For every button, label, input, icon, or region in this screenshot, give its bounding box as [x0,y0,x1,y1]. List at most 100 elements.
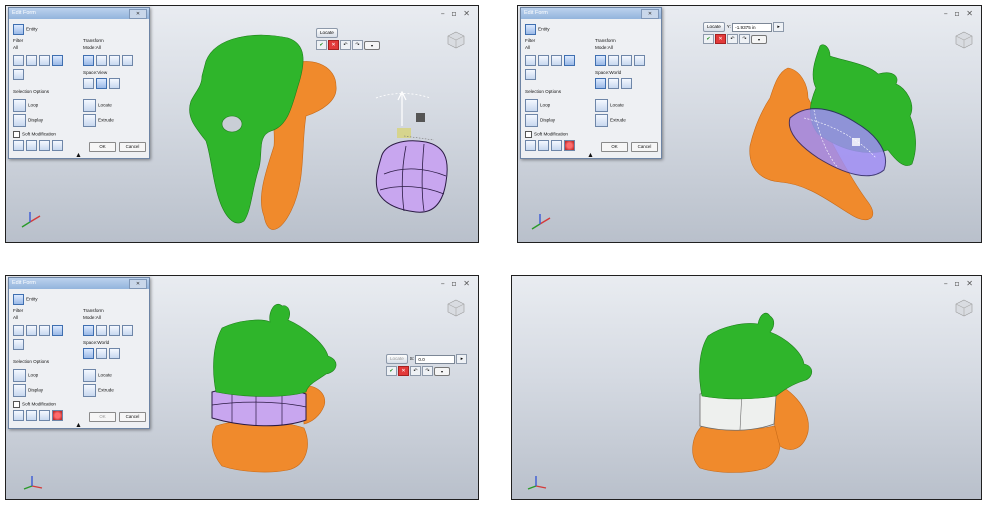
filter-all-icon[interactable] [52,55,63,66]
options-dropdown[interactable]: ▾ [364,40,380,50]
display-icon[interactable] [525,114,538,127]
reset-icon[interactable] [39,410,50,421]
distance-input[interactable]: -1.9375 in [732,22,773,32]
space-world-icon[interactable] [595,78,606,89]
redo-icon[interactable]: ↷ [422,366,433,376]
redo-icon[interactable] [26,410,37,421]
viewcube-icon[interactable] [446,30,466,50]
soft-modification-checkbox[interactable] [13,401,20,408]
extrude-icon[interactable] [83,384,96,397]
space-world-icon[interactable] [83,78,94,89]
undo-icon[interactable] [13,410,24,421]
mode-scale-icon[interactable] [122,325,133,336]
soft-modification-checkbox[interactable] [525,131,532,138]
soft-modification-checkbox[interactable] [13,131,20,138]
cancel-button[interactable]: Cancel [119,412,146,422]
locate-icon[interactable] [83,99,96,112]
space-local-icon[interactable] [621,78,632,89]
locate-button[interactable]: Locate [386,354,408,364]
ok-button[interactable]: OK [89,412,116,422]
filter-face-icon[interactable] [39,325,50,336]
redo-icon[interactable] [26,140,37,151]
locate-icon[interactable] [595,99,608,112]
cancel-icon[interactable]: ✕ [715,34,726,44]
redo-icon[interactable]: ↷ [739,34,750,44]
filter-body-icon[interactable] [13,69,24,80]
mode-scale-icon[interactable] [634,55,645,66]
stop-icon[interactable] [52,410,63,421]
viewcube-icon[interactable] [954,30,974,50]
undo-icon[interactable]: ↶ [410,366,421,376]
locate-button[interactable]: Locate [316,28,338,38]
undo-icon[interactable] [525,140,536,151]
stop-icon[interactable] [564,140,575,151]
filter-all-icon[interactable] [564,55,575,66]
cancel-icon[interactable]: ✕ [398,366,409,376]
space-local-icon[interactable] [109,78,120,89]
undo-icon[interactable]: ↶ [340,40,351,50]
window-controls[interactable]: – ▫ ✕ [944,279,975,288]
mode-scale-icon[interactable] [122,55,133,66]
display-icon[interactable] [13,114,26,127]
entity-icon[interactable] [525,24,536,35]
ok-button[interactable]: OK [89,142,116,152]
expand-arrow-icon[interactable]: ▸ [456,354,468,364]
window-controls[interactable]: – ▫ ✕ [441,279,472,288]
extrude-icon[interactable] [595,114,608,127]
filter-all-icon[interactable] [52,325,63,336]
help-icon[interactable] [52,140,63,151]
viewport-panel-2[interactable]: – ▫ ✕ Edit Form ✕ Entity Filter All Tran… [517,5,982,243]
mode-all-icon[interactable] [595,55,606,66]
close-button[interactable]: ✕ [129,279,147,289]
space-local-icon[interactable] [109,348,120,359]
redo-icon[interactable] [538,140,549,151]
redo-icon[interactable]: ↷ [352,40,363,50]
space-view-icon[interactable] [96,348,107,359]
collapse-arrow-icon[interactable]: ▲ [75,422,82,429]
cancel-button[interactable]: Cancel [119,142,146,152]
mode-all-icon[interactable] [83,55,94,66]
filter-vertex-icon[interactable] [13,325,24,336]
cancel-button[interactable]: Cancel [631,142,658,152]
close-button[interactable]: ✕ [129,9,147,19]
filter-edge-icon[interactable] [26,55,37,66]
space-view-icon[interactable] [96,78,107,89]
reset-icon[interactable] [551,140,562,151]
reset-icon[interactable] [39,140,50,151]
space-world-icon[interactable] [83,348,94,359]
entity-icon[interactable] [13,24,24,35]
space-view-icon[interactable] [608,78,619,89]
filter-edge-icon[interactable] [26,325,37,336]
expand-arrow-icon[interactable]: ▸ [773,22,785,32]
locate-button[interactable]: Locate [703,22,725,32]
extrude-icon[interactable] [83,114,96,127]
viewcube-icon[interactable] [954,298,974,318]
display-icon[interactable] [13,384,26,397]
loop-icon[interactable] [525,99,538,112]
undo-icon[interactable]: ↶ [727,34,738,44]
options-dropdown[interactable]: ▾ [434,366,450,376]
apply-icon[interactable]: ✔ [316,40,327,50]
mode-translate-icon[interactable] [96,325,107,336]
mode-rotate-icon[interactable] [109,55,120,66]
filter-face-icon[interactable] [39,55,50,66]
options-dropdown[interactable]: ▾ [751,34,767,44]
mode-rotate-icon[interactable] [621,55,632,66]
entity-icon[interactable] [13,294,24,305]
distance-input[interactable]: 0.0 [415,354,456,364]
collapse-arrow-icon[interactable]: ▲ [587,152,594,159]
mode-rotate-icon[interactable] [109,325,120,336]
filter-face-icon[interactable] [551,55,562,66]
locate-icon[interactable] [83,369,96,382]
loop-icon[interactable] [13,369,26,382]
filter-edge-icon[interactable] [538,55,549,66]
window-controls[interactable]: – ▫ ✕ [944,9,975,18]
filter-vertex-icon[interactable] [525,55,536,66]
viewcube-icon[interactable] [446,298,466,318]
mode-all-icon[interactable] [83,325,94,336]
cancel-icon[interactable]: ✕ [328,40,339,50]
close-button[interactable]: ✕ [641,9,659,19]
filter-body-icon[interactable] [13,339,24,350]
apply-icon[interactable]: ✔ [703,34,714,44]
loop-icon[interactable] [13,99,26,112]
